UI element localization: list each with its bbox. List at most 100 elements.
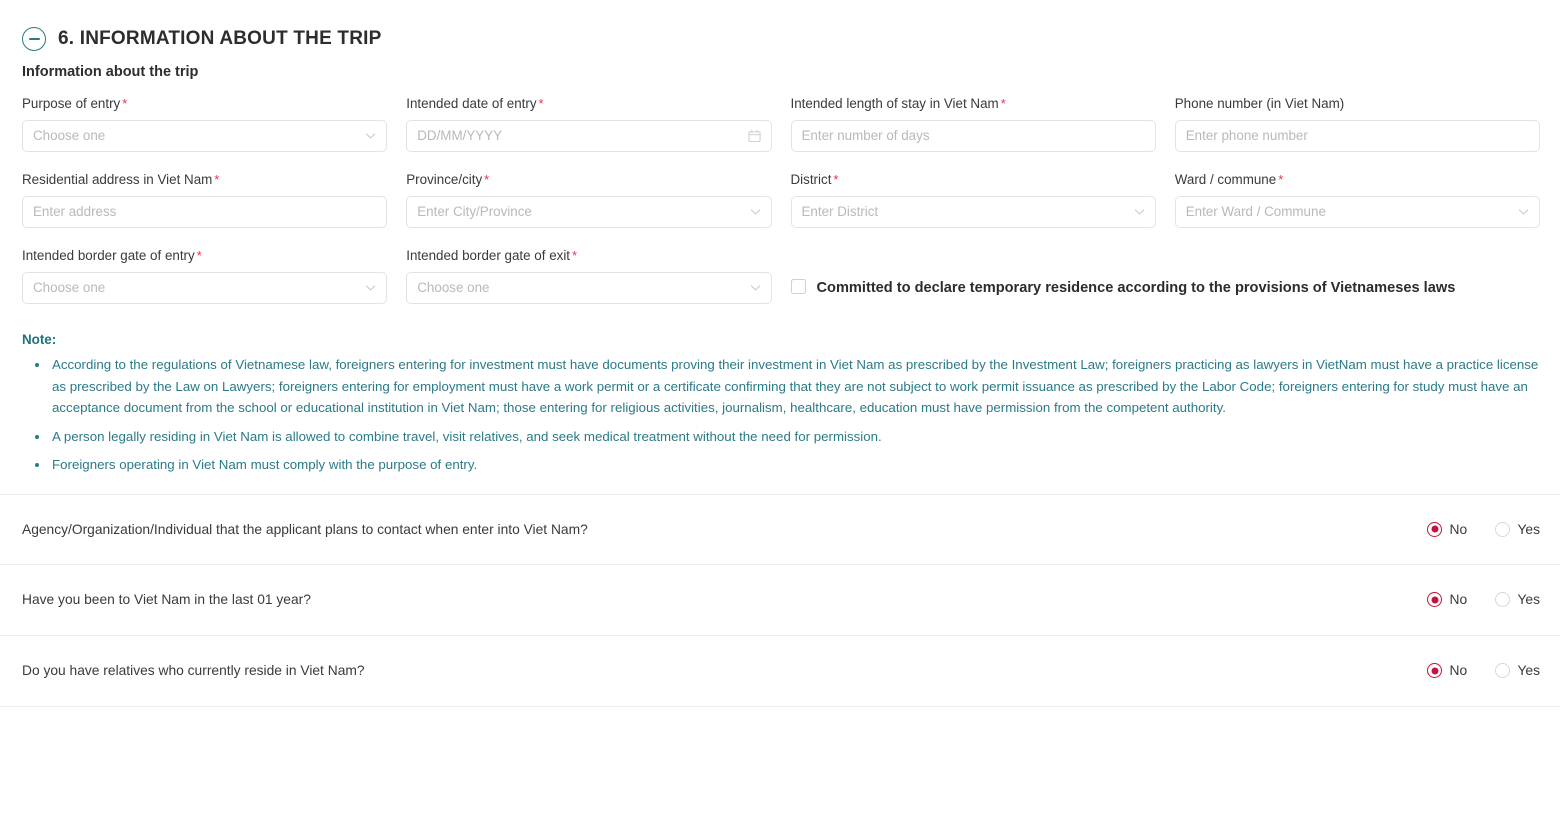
page-title: 6. INFORMATION ABOUT THE TRIP	[58, 28, 382, 49]
required-asterisk: *	[1000, 96, 1006, 111]
note-item: Foreigners operating in Viet Nam must co…	[35, 454, 1544, 476]
district-select[interactable]: Enter District	[790, 196, 1156, 228]
phone-number-input[interactable]: Enter phone number	[1174, 120, 1540, 152]
radio-yes-label: Yes	[1517, 663, 1540, 678]
label-province-city: Province/city *	[406, 172, 490, 187]
radio-no-icon[interactable]	[1427, 592, 1443, 607]
field-intended-date-of-entry: Intended date of entry * DD/MM/YYYY	[406, 96, 772, 172]
field-district: District * Enter District	[790, 172, 1156, 248]
label-border-gate-of-exit: Intended border gate of exit *	[406, 248, 578, 263]
district-placeholder: Enter District	[801, 205, 879, 219]
required-asterisk: *	[122, 96, 128, 111]
radio-yes-icon[interactable]	[1495, 592, 1511, 607]
chevron-down-icon	[1518, 207, 1529, 218]
label-ward-commune: Ward / commune *	[1174, 172, 1284, 187]
border-gate-of-exit-placeholder: Choose one	[417, 281, 490, 295]
province-city-placeholder: Enter City/Province	[417, 205, 532, 219]
commitment-checkbox[interactable]	[790, 279, 806, 294]
question-text: Have you been to Viet Nam in the last 01…	[22, 592, 311, 607]
circle-minus-icon[interactable]	[22, 27, 46, 51]
radio-option-no[interactable]: No	[1427, 592, 1469, 607]
radio-option-no[interactable]: No	[1427, 663, 1469, 678]
radio-yes-label: Yes	[1517, 521, 1540, 537]
radio-option-yes[interactable]: Yes	[1495, 592, 1540, 607]
intended-date-of-entry-input[interactable]: DD/MM/YYYY	[406, 120, 772, 152]
required-asterisk: *	[1278, 172, 1284, 187]
field-phone-number: Phone number (in Viet Nam) Enter phone n…	[1174, 96, 1540, 172]
chevron-down-icon	[750, 283, 761, 294]
trip-information-section: 6. INFORMATION ABOUT THE TRIP Informatio…	[0, 0, 1560, 824]
label-intended-date-of-entry: Intended date of entry *	[406, 96, 544, 111]
section-header: 6. INFORMATION ABOUT THE TRIP	[0, 0, 1560, 58]
label-intended-length-of-stay: Intended length of stay in Viet Nam *	[790, 96, 1006, 111]
field-border-gate-of-exit: Intended border gate of exit * Choose one	[406, 248, 772, 324]
required-asterisk: *	[833, 172, 839, 187]
field-border-gate-of-entry: Intended border gate of entry * Choose on…	[22, 248, 388, 324]
note-item: According to the regulations of Vietname…	[35, 354, 1544, 419]
field-purpose-of-entry: Purpose of entry * Choose one	[22, 96, 388, 172]
field-residential-address: Residential address in Viet Nam * Enter a…	[22, 172, 388, 248]
commitment-label[interactable]: Committed to declare temporary residence…	[817, 276, 1456, 300]
trip-form-grid: Purpose of entry * Choose one Intended da…	[0, 96, 1560, 324]
required-asterisk: *	[484, 172, 490, 187]
label-purpose-of-entry: Purpose of entry *	[22, 96, 128, 111]
residential-address-input[interactable]: Enter address	[22, 196, 388, 228]
radio-yes-label: Yes	[1517, 592, 1540, 607]
required-asterisk: *	[214, 172, 220, 187]
phone-number-placeholder: Enter phone number	[1185, 129, 1308, 143]
radio-option-yes[interactable]: Yes	[1495, 663, 1540, 678]
radio-option-no[interactable]: No	[1427, 521, 1469, 537]
label-phone-number: Phone number (in Viet Nam)	[1174, 96, 1345, 111]
question-relatives-reside: Do you have relatives who currently resi…	[0, 636, 1560, 707]
question-options: No Yes	[1427, 592, 1540, 607]
field-ward-commune: Ward / commune * Enter Ward / Commune	[1174, 172, 1540, 248]
purpose-of-entry-select[interactable]: Choose one	[22, 120, 388, 152]
calendar-icon[interactable]	[747, 129, 761, 143]
field-province-city: Province/city * Enter City/Province	[406, 172, 772, 248]
border-gate-of-entry-placeholder: Choose one	[33, 281, 106, 295]
question-agency-contact: Agency/Organization/Individual that the …	[0, 493, 1560, 565]
note-title: Note:	[22, 332, 57, 347]
note-block: Note: According to the regulations of Vi…	[0, 324, 1560, 476]
minus-bar	[28, 38, 40, 40]
border-gate-of-exit-select[interactable]: Choose one	[406, 272, 772, 304]
chevron-down-icon	[1134, 207, 1145, 218]
intended-date-of-entry-placeholder: DD/MM/YYYY	[417, 129, 503, 143]
province-city-select[interactable]: Enter City/Province	[406, 196, 772, 228]
radio-no-label: No	[1449, 521, 1468, 537]
label-border-gate-of-entry: Intended border gate of entry *	[22, 248, 202, 263]
radio-no-icon[interactable]	[1427, 663, 1443, 678]
question-text: Do you have relatives who currently resi…	[22, 663, 365, 678]
ward-commune-select[interactable]: Enter Ward / Commune	[1174, 196, 1540, 228]
radio-option-yes[interactable]: Yes	[1495, 521, 1540, 537]
radio-yes-icon[interactable]	[1495, 521, 1511, 537]
radio-yes-icon[interactable]	[1495, 663, 1511, 678]
commitment-row: Committed to declare temporary residence…	[790, 248, 1541, 324]
chevron-down-icon	[365, 283, 376, 294]
questions-list: Agency/Organization/Individual that the …	[0, 493, 1560, 707]
residential-address-placeholder: Enter address	[33, 205, 117, 219]
radio-no-label: No	[1449, 592, 1468, 607]
intended-length-of-stay-input[interactable]: Enter number of days	[790, 120, 1156, 152]
intended-length-of-stay-placeholder: Enter number of days	[801, 129, 930, 143]
question-been-to-viet-nam: Have you been to Viet Nam in the last 01…	[0, 565, 1560, 636]
note-item: A person legally residing in Viet Nam is…	[35, 426, 1544, 448]
required-asterisk: *	[196, 248, 202, 263]
purpose-of-entry-placeholder: Choose one	[33, 129, 106, 143]
radio-no-label: No	[1449, 663, 1468, 678]
subsection-title: Information about the trip	[22, 64, 199, 80]
field-intended-length-of-stay: Intended length of stay in Viet Nam * Ent…	[790, 96, 1156, 172]
required-asterisk: *	[572, 248, 578, 263]
ward-commune-placeholder: Enter Ward / Commune	[1185, 205, 1326, 219]
question-options: No Yes	[1427, 663, 1540, 678]
chevron-down-icon	[365, 131, 376, 142]
radio-no-icon[interactable]	[1427, 521, 1443, 537]
question-options: No Yes	[1427, 521, 1540, 537]
label-residential-address: Residential address in Viet Nam *	[22, 172, 220, 187]
note-list: According to the regulations of Vietname…	[22, 354, 1544, 476]
label-district: District *	[790, 172, 839, 187]
question-text: Agency/Organization/Individual that the …	[22, 521, 588, 537]
required-asterisk: *	[538, 96, 544, 111]
border-gate-of-entry-select[interactable]: Choose one	[22, 272, 388, 304]
chevron-down-icon	[750, 207, 761, 218]
